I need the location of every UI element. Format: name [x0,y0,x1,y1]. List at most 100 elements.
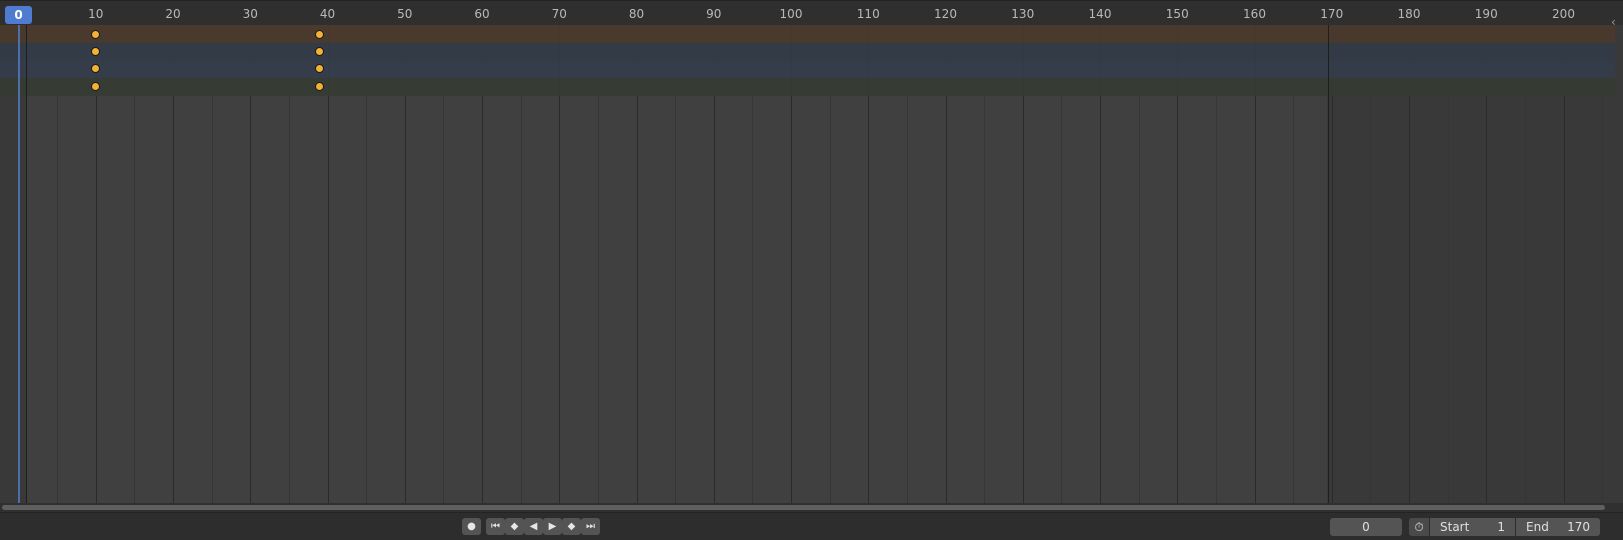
tick-label: 200 [1552,7,1575,21]
major-gridline [1255,25,1256,503]
minor-gridline [289,25,290,503]
stopwatch-icon: ⏱ [1414,520,1424,534]
tick-label: 150 [1165,7,1189,21]
frame-range-background [27,25,1327,503]
start-value: 1 [1497,520,1505,534]
scrollbar-thumb[interactable] [2,505,1605,510]
tick-label: 60 [474,7,490,21]
record-button[interactable]: ● [462,518,481,535]
minor-gridline [1602,25,1603,503]
channel-row[interactable] [0,42,1615,61]
minor-gridline [1525,25,1526,503]
next-keyframe-button[interactable]: ◆ [562,518,581,535]
minor-gridline [1216,25,1217,503]
next-keyframe-icon: ◆ [567,521,576,532]
channel-row[interactable] [0,25,1615,43]
keyframe-area[interactable] [0,25,1623,503]
tick-label: 90 [706,7,722,21]
minor-gridline [57,25,58,503]
tick-label: 70 [551,7,567,21]
keyframe-marker[interactable] [91,46,101,56]
tick-label: 100 [779,7,803,21]
minor-gridline [752,25,753,503]
play-icon: ▶ [548,521,557,532]
channel-row[interactable] [0,60,1615,78]
major-gridline [1564,25,1565,503]
major-gridline [1332,25,1333,503]
playhead-line[interactable] [18,25,20,503]
end-value: 170 [1567,520,1590,534]
minor-gridline [675,25,676,503]
timeline-ruler[interactable]: 10 20 30 40 50 60 70 80 90 100 110 120 130 140 150 160 1… [0,0,1623,25]
tick-label: 140 [1088,7,1112,21]
collapse-arrow-icon[interactable]: ‹ [1611,15,1616,29]
preview-range-toggle[interactable]: ⏱ [1409,518,1429,536]
major-gridline [559,25,560,503]
keyframe-marker[interactable] [91,81,101,91]
major-gridline [1100,25,1101,503]
major-gridline [946,25,947,503]
keyframe-marker[interactable] [315,29,325,39]
minor-gridline [1370,25,1371,503]
keyframe-marker[interactable] [315,81,325,91]
end-frame-field[interactable]: End 170 [1516,518,1600,536]
tick-label: 40 [319,7,336,21]
major-gridline [482,25,483,503]
minor-gridline [1061,25,1062,503]
minor-gridline [521,25,522,503]
playback-footer: ● ⏮ ◆ ◀ ▶ ◆ ⏭ 0 ⏱ Start 1 End 170 [0,512,1623,540]
record-icon: ● [467,521,476,532]
jump-to-start-button[interactable]: ⏮ [486,518,505,535]
jump-end-icon: ⏭ [586,521,595,532]
minor-gridline [1139,25,1140,503]
minor-gridline [212,25,213,503]
minor-gridline [830,25,831,503]
keyframe-marker[interactable] [91,29,101,39]
tick-label: 190 [1474,7,1498,21]
tick-label: 180 [1397,7,1421,21]
minor-gridline [443,25,444,503]
minor-gridline [1448,25,1449,503]
previous-keyframe-icon: ◆ [510,521,519,532]
major-gridline [250,25,251,503]
play-button[interactable]: ▶ [543,518,562,535]
keyframe-marker[interactable] [315,46,325,56]
jump-to-end-button[interactable]: ⏭ [581,518,600,535]
end-frame-line [1328,25,1329,503]
tick-label: 170 [1320,7,1344,21]
horizontal-scrollbar[interactable] [0,503,1623,512]
major-gridline [637,25,638,503]
minor-gridline [366,25,367,503]
end-label: End [1526,520,1549,534]
minor-gridline [984,25,985,503]
major-gridline [1177,25,1178,503]
tick-label: 120 [934,7,957,21]
start-frame-field[interactable]: Start 1 [1430,518,1515,536]
tick-label: 160 [1243,7,1266,21]
major-gridline [96,25,97,503]
channel-row[interactable] [0,77,1615,96]
major-gridline [405,25,406,503]
current-frame-field[interactable]: 0 [1330,518,1402,536]
previous-keyframe-button[interactable]: ◆ [505,518,524,535]
major-gridline [328,25,329,503]
start-frame-line [26,25,27,503]
play-reverse-button[interactable]: ◀ [524,518,543,535]
minor-gridline [134,25,135,503]
tick-label: 30 [242,7,258,21]
start-label: Start [1440,520,1470,534]
major-gridline [1409,25,1410,503]
tick-label: 50 [397,7,413,21]
tick-label: 130 [1011,7,1035,21]
jump-start-icon: ⏮ [491,521,500,532]
major-gridline [1486,25,1487,503]
major-gridline [1023,25,1024,503]
minor-gridline [1293,25,1294,503]
major-gridline [791,25,792,503]
minor-gridline [907,25,908,503]
tick-label: 80 [628,7,645,21]
tick-label: 20 [165,7,181,21]
major-gridline [173,25,174,503]
playhead-frame-indicator[interactable]: 0 [5,6,32,24]
play-reverse-icon: ◀ [529,521,538,532]
